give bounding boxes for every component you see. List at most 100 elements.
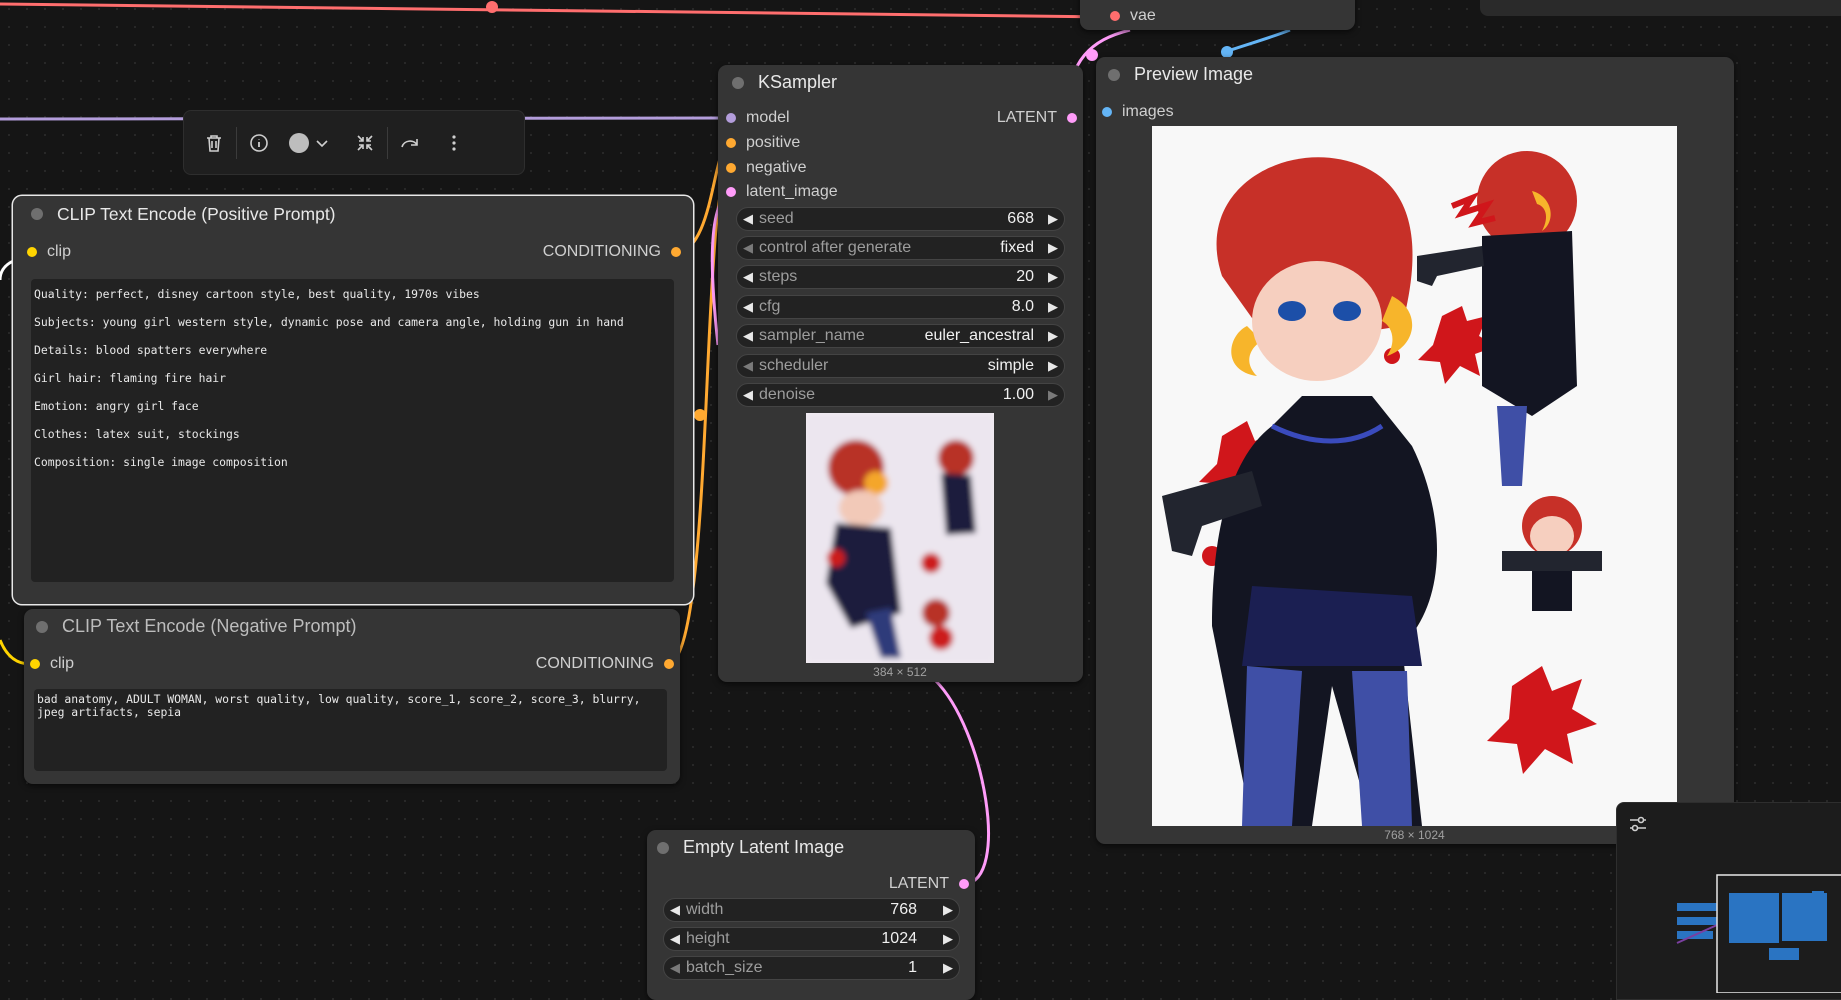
load-checkpoint-node-partial[interactable]: vae xyxy=(1080,0,1355,30)
wire-image-blue xyxy=(1224,28,1291,54)
bypass-button[interactable] xyxy=(388,123,432,163)
decrement-arrow-icon[interactable]: ◀ xyxy=(664,960,686,976)
vae-output-slot[interactable]: vae xyxy=(1100,6,1260,26)
widget-batch-size[interactable]: ◀ batch_size 1 ▶ xyxy=(663,956,960,980)
increment-arrow-icon[interactable]: ▶ xyxy=(1042,269,1064,285)
widget-scheduler[interactable]: ◀ scheduler simple ▶ xyxy=(736,354,1065,378)
slot-dot[interactable] xyxy=(726,138,736,148)
preview-size-caption: 384 × 512 xyxy=(873,665,927,679)
node-title: CLIP Text Encode (Positive Prompt) xyxy=(57,203,336,224)
node-title-bar[interactable]: Empty Latent Image xyxy=(647,830,975,865)
minimap-panel[interactable] xyxy=(1616,802,1841,1000)
widget-seed[interactable]: ◀ seed 668 ▶ xyxy=(736,207,1065,231)
prompt-line: Clothes: latex suit, stockings xyxy=(34,427,240,441)
node-title: KSampler xyxy=(758,72,838,92)
slot-dot[interactable] xyxy=(726,187,736,197)
output-slot-latent[interactable]: LATENT xyxy=(997,108,1077,128)
trash-icon xyxy=(207,134,221,152)
decrement-arrow-icon[interactable]: ◀ xyxy=(737,269,759,285)
decrement-arrow-icon[interactable]: ◀ xyxy=(737,328,759,344)
node-title-bar[interactable]: Preview Image xyxy=(1096,57,1734,92)
slot-dot[interactable] xyxy=(27,247,37,257)
empty-latent-image-node[interactable]: Empty Latent Image LATENT ◀ width 768 ▶ ◀ he… xyxy=(647,830,975,1000)
info-icon xyxy=(250,133,268,152)
increment-arrow-icon[interactable]: ▶ xyxy=(937,960,959,976)
input-slot-positive[interactable]: positive xyxy=(726,133,800,153)
increment-arrow-icon[interactable]: ▶ xyxy=(1042,328,1064,344)
widget-cfg[interactable]: ◀ cfg 8.0 ▶ xyxy=(736,295,1065,319)
increment-arrow-icon[interactable]: ▶ xyxy=(1042,211,1064,227)
node-collapse-dot[interactable] xyxy=(657,841,669,854)
decrement-arrow-icon[interactable]: ◀ xyxy=(737,299,759,315)
preview-image-node[interactable]: Preview Image images 768 × 1024 xyxy=(1096,57,1734,844)
wire-midpoint-dot xyxy=(694,409,706,421)
ksampler-node[interactable]: KSampler model positive negative latent_… xyxy=(718,65,1083,682)
slot-dot[interactable] xyxy=(671,247,681,257)
slot-dot[interactable] xyxy=(726,113,736,123)
slot-dot[interactable] xyxy=(30,659,40,669)
wire-vae xyxy=(0,2,1111,19)
widget-height[interactable]: ◀ height 1024 ▶ xyxy=(663,927,960,951)
prompt-line: Girl hair: flaming fire hair xyxy=(34,371,227,385)
minimap-canvas[interactable] xyxy=(1617,853,1841,993)
output-slot-conditioning[interactable]: CONDITIONING xyxy=(536,654,674,674)
slot-dot[interactable] xyxy=(959,879,969,889)
bypass-icon xyxy=(401,138,418,147)
output-slot-latent[interactable]: LATENT xyxy=(889,874,969,894)
wire-reroute-dot xyxy=(486,1,498,13)
prompt-textarea[interactable]: Quality: perfect, disney cartoon style, … xyxy=(31,279,674,582)
input-slot-negative[interactable]: negative xyxy=(726,158,807,178)
selection-toolbox xyxy=(183,110,525,175)
node-collapse-dot[interactable] xyxy=(36,620,48,633)
input-slot-images[interactable]: images xyxy=(1102,102,1174,122)
increment-arrow-icon[interactable]: ▶ xyxy=(1042,358,1064,374)
node-title-bar[interactable]: CLIP Text Encode (Positive Prompt) xyxy=(13,196,693,232)
node-title-bar[interactable]: KSampler xyxy=(718,65,1083,100)
input-slot-clip[interactable]: clip xyxy=(30,654,74,674)
prompt-line: Details: blood spatters everywhere xyxy=(34,343,268,357)
widget-steps[interactable]: ◀ steps 20 ▶ xyxy=(736,265,1065,289)
widget-control-after-generate[interactable]: ◀ control after generate fixed ▶ xyxy=(736,236,1065,260)
increment-arrow-icon[interactable]: ▶ xyxy=(937,931,959,947)
slot-dot[interactable] xyxy=(1102,107,1112,117)
minimap-settings-button[interactable] xyxy=(1627,813,1653,839)
decrement-arrow-icon[interactable]: ◀ xyxy=(664,902,686,918)
delete-button[interactable] xyxy=(192,123,236,163)
clip-text-encode-positive-node[interactable]: CLIP Text Encode (Positive Prompt) clip … xyxy=(13,196,693,604)
chevron-down-icon xyxy=(316,139,328,147)
slot-dot[interactable] xyxy=(664,659,674,669)
input-slot-model[interactable]: model xyxy=(726,108,790,128)
vae-slot-dot[interactable] xyxy=(1110,11,1120,21)
widget-sampler-name[interactable]: ◀ sampler_name euler_ancestral ▶ xyxy=(736,324,1065,348)
color-circle-icon xyxy=(289,132,309,153)
info-button[interactable] xyxy=(237,123,281,163)
widget-width[interactable]: ◀ width 768 ▶ xyxy=(663,898,960,922)
input-slot-clip[interactable]: clip xyxy=(27,242,71,262)
node-collapse-dot[interactable] xyxy=(1108,68,1120,81)
collapse-icon xyxy=(357,134,373,151)
generated-image xyxy=(1152,126,1677,826)
increment-arrow-icon[interactable]: ▶ xyxy=(1042,387,1064,403)
color-picker-button[interactable] xyxy=(281,123,337,163)
decrement-arrow-icon[interactable]: ◀ xyxy=(737,387,759,403)
increment-arrow-icon[interactable]: ▶ xyxy=(1042,240,1064,256)
node-title: Empty Latent Image xyxy=(683,837,845,857)
slot-dot[interactable] xyxy=(1067,113,1077,123)
decrement-arrow-icon[interactable]: ◀ xyxy=(737,240,759,256)
slot-dot[interactable] xyxy=(726,163,736,173)
node-collapse-dot[interactable] xyxy=(31,208,43,220)
decrement-arrow-icon[interactable]: ◀ xyxy=(737,211,759,227)
node-title-bar[interactable]: CLIP Text Encode (Negative Prompt) xyxy=(24,609,680,644)
prompt-textarea[interactable]: bad anatomy, ADULT WOMAN, worst quality,… xyxy=(34,689,667,771)
widget-denoise[interactable]: ◀ denoise 1.00 ▶ xyxy=(736,383,1065,407)
decrement-arrow-icon[interactable]: ◀ xyxy=(737,358,759,374)
output-slot-conditioning[interactable]: CONDITIONING xyxy=(543,242,681,262)
more-options-button[interactable] xyxy=(432,123,476,163)
input-slot-latent-image[interactable]: latent_image xyxy=(726,182,838,202)
increment-arrow-icon[interactable]: ▶ xyxy=(937,902,959,918)
clip-text-encode-negative-node[interactable]: CLIP Text Encode (Negative Prompt) clip … xyxy=(24,609,680,784)
decrement-arrow-icon[interactable]: ◀ xyxy=(664,931,686,947)
increment-arrow-icon[interactable]: ▶ xyxy=(1042,299,1064,315)
collapse-button[interactable] xyxy=(343,123,387,163)
node-collapse-dot[interactable] xyxy=(732,76,744,89)
